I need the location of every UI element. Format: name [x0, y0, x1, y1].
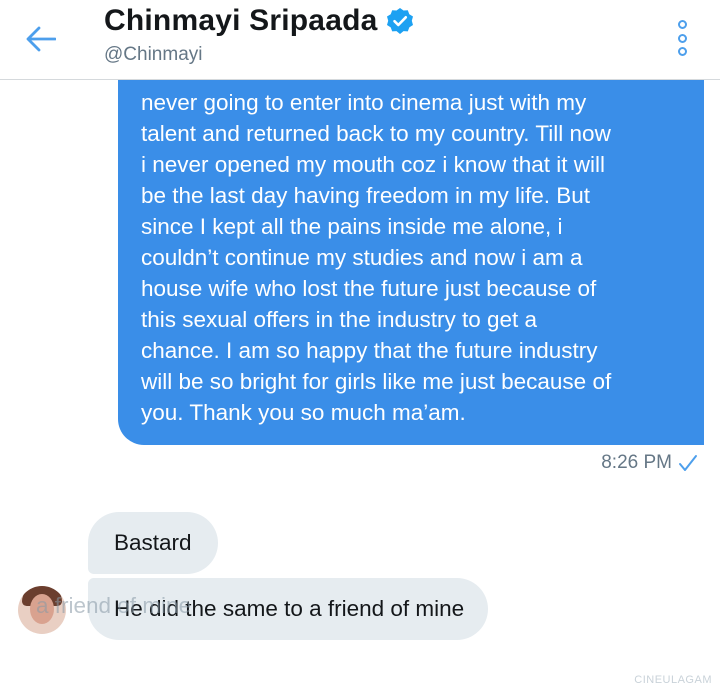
verified-badge-icon: [386, 8, 413, 34]
read-check-icon: [679, 455, 697, 471]
back-arrow-icon[interactable]: [24, 22, 58, 56]
conversation-header: Chinmayi Sripaada @Chinmayi: [0, 0, 720, 80]
sent-message-text: never going to enter into cinema just wi…: [141, 90, 612, 425]
more-options-icon[interactable]: [672, 20, 692, 56]
received-message-bubble[interactable]: Bastard: [88, 512, 218, 574]
profile-title[interactable]: Chinmayi Sripaada @Chinmayi: [104, 4, 414, 66]
contact-handle: @Chinmayi: [104, 44, 203, 65]
message-status: 8:26 PM: [601, 452, 698, 474]
ghosted-overlay-text: a friend of mine: [36, 593, 192, 618]
received-message-text: Bastard: [114, 530, 192, 555]
contact-name: Chinmayi Sripaada: [104, 4, 378, 37]
message-timestamp: 8:26 PM: [601, 452, 672, 473]
watermark: CINEULAGAM: [634, 674, 712, 686]
